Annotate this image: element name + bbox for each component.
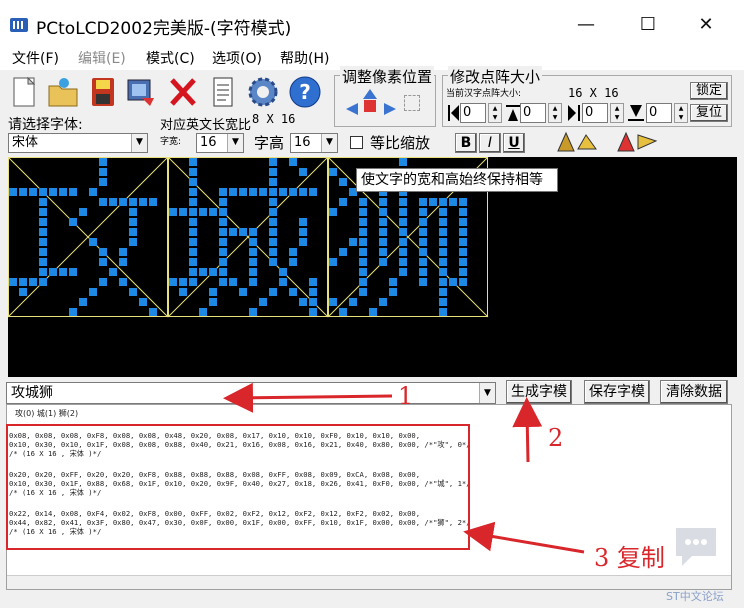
- arrow-1: [223, 382, 393, 413]
- annotation-step-2: 2: [548, 424, 564, 452]
- annotation-step-3: 3 复制: [594, 544, 665, 572]
- arrow-2: [512, 397, 543, 463]
- forum-logo-icon: [672, 524, 720, 568]
- watermark-text: ST中文论坛: [666, 590, 724, 603]
- annotation-step-1: 1: [398, 382, 414, 410]
- arrow-3: [463, 521, 585, 554]
- app-window: PCtoLCD2002完美版-(字符模式) — ☐ ✕ 文件(F) 编辑(E) …: [0, 0, 744, 608]
- annotation-arrows: [223, 382, 585, 554]
